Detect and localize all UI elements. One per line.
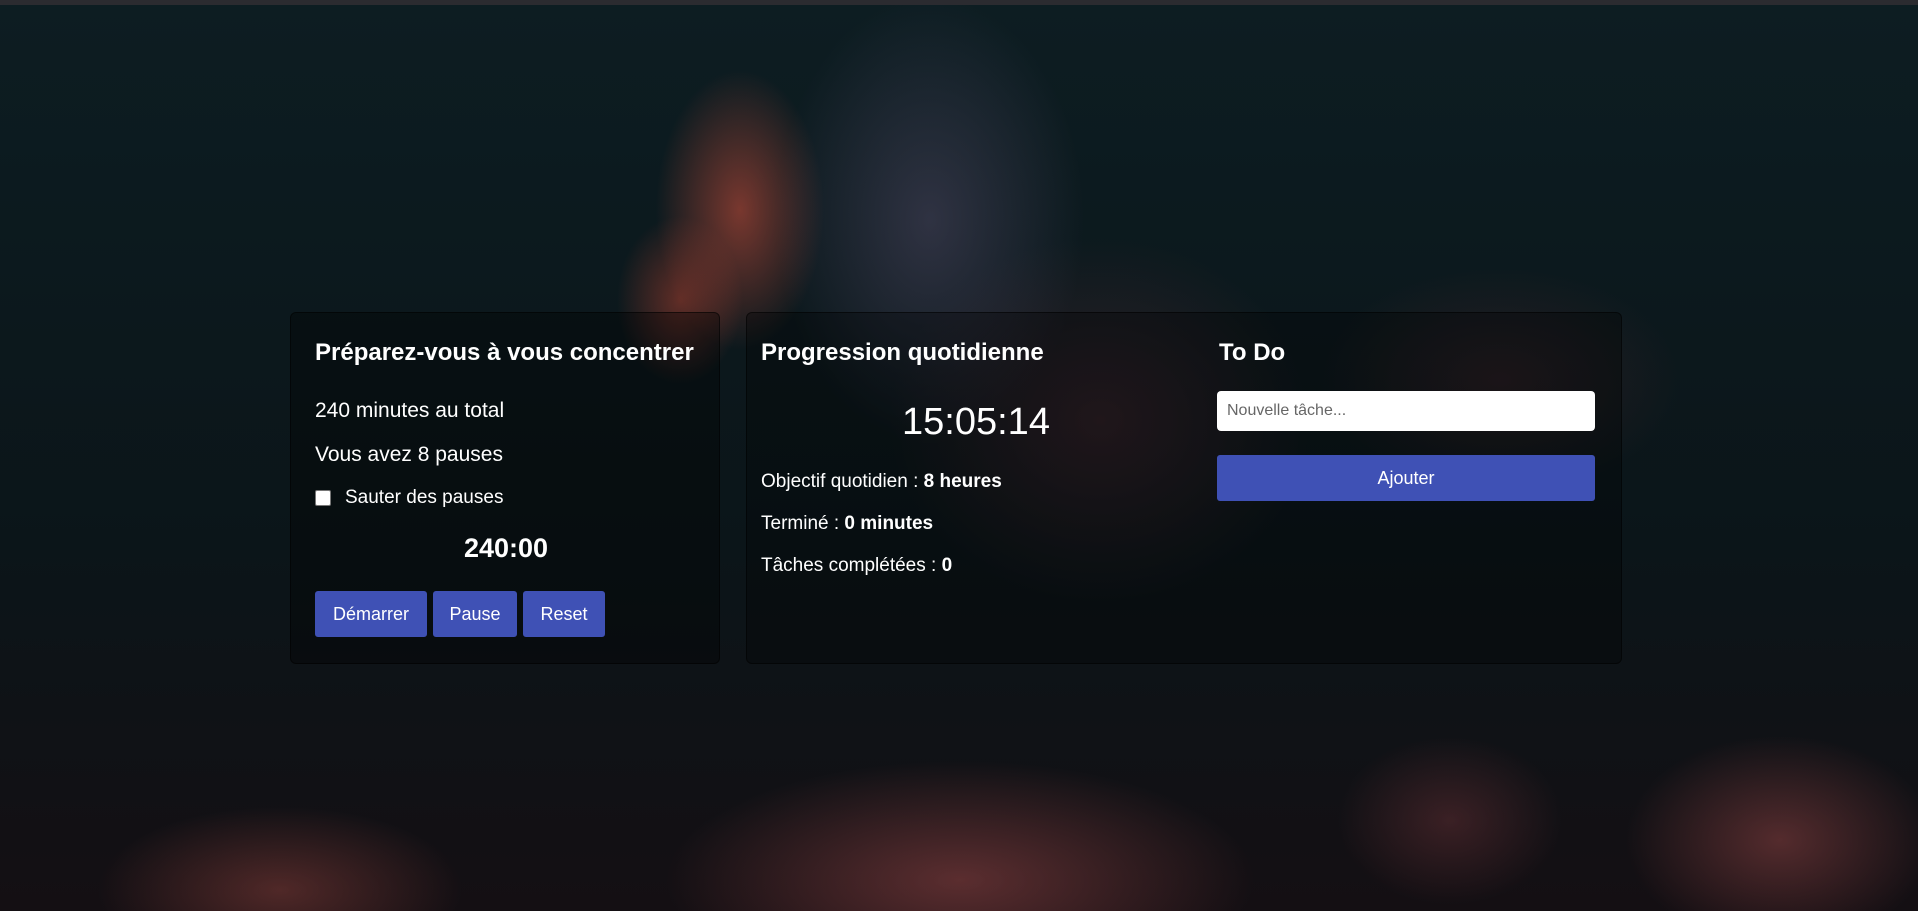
completed-tasks-stat: Tâches complétées : 0 [761,555,952,577]
daily-goal-value: 8 heures [923,471,1002,492]
todo-title: To Do [1219,339,1286,366]
daily-goal-label: Objectif quotidien : [761,471,924,492]
new-task-input[interactable] [1217,391,1595,431]
pause-button[interactable]: Pause [433,591,517,637]
dashboard: Préparez-vous à vous concentrer 240 minu… [290,312,1630,664]
timer-controls: Démarrer Pause Reset [315,591,605,637]
daily-goal-stat: Objectif quotidien : 8 heures [761,471,1002,493]
completed-time-value: 0 minutes [844,513,934,534]
progress-title: Progression quotidienne [761,339,1044,366]
completed-time-label: Terminé : [761,513,845,534]
completed-tasks-label: Tâches complétées : [761,555,942,576]
start-button[interactable]: Démarrer [315,591,427,637]
add-task-button[interactable]: Ajouter [1217,455,1595,501]
completed-time-stat: Terminé : 0 minutes [761,513,933,535]
window-top-bar [0,0,1918,5]
reset-button[interactable]: Reset [523,591,605,637]
skip-pauses-checkbox[interactable] [315,490,331,506]
focus-card: Préparez-vous à vous concentrer 240 minu… [290,312,720,664]
skip-pauses-label[interactable]: Sauter des pauses [345,487,503,509]
countdown-timer: 240:00 [463,533,549,563]
pauses-count-text: Vous avez 8 pauses [315,443,503,466]
completed-tasks-value: 0 [941,555,953,576]
skip-pauses-row[interactable]: Sauter des pauses [315,487,503,509]
progress-todo-card: Progression quotidienne 15:05:14 Objecti… [746,312,1622,664]
total-minutes-text: 240 minutes au total [315,399,505,422]
focus-title: Préparez-vous à vous concentrer [315,339,694,366]
current-time-clock: 15:05:14 [902,401,1050,443]
